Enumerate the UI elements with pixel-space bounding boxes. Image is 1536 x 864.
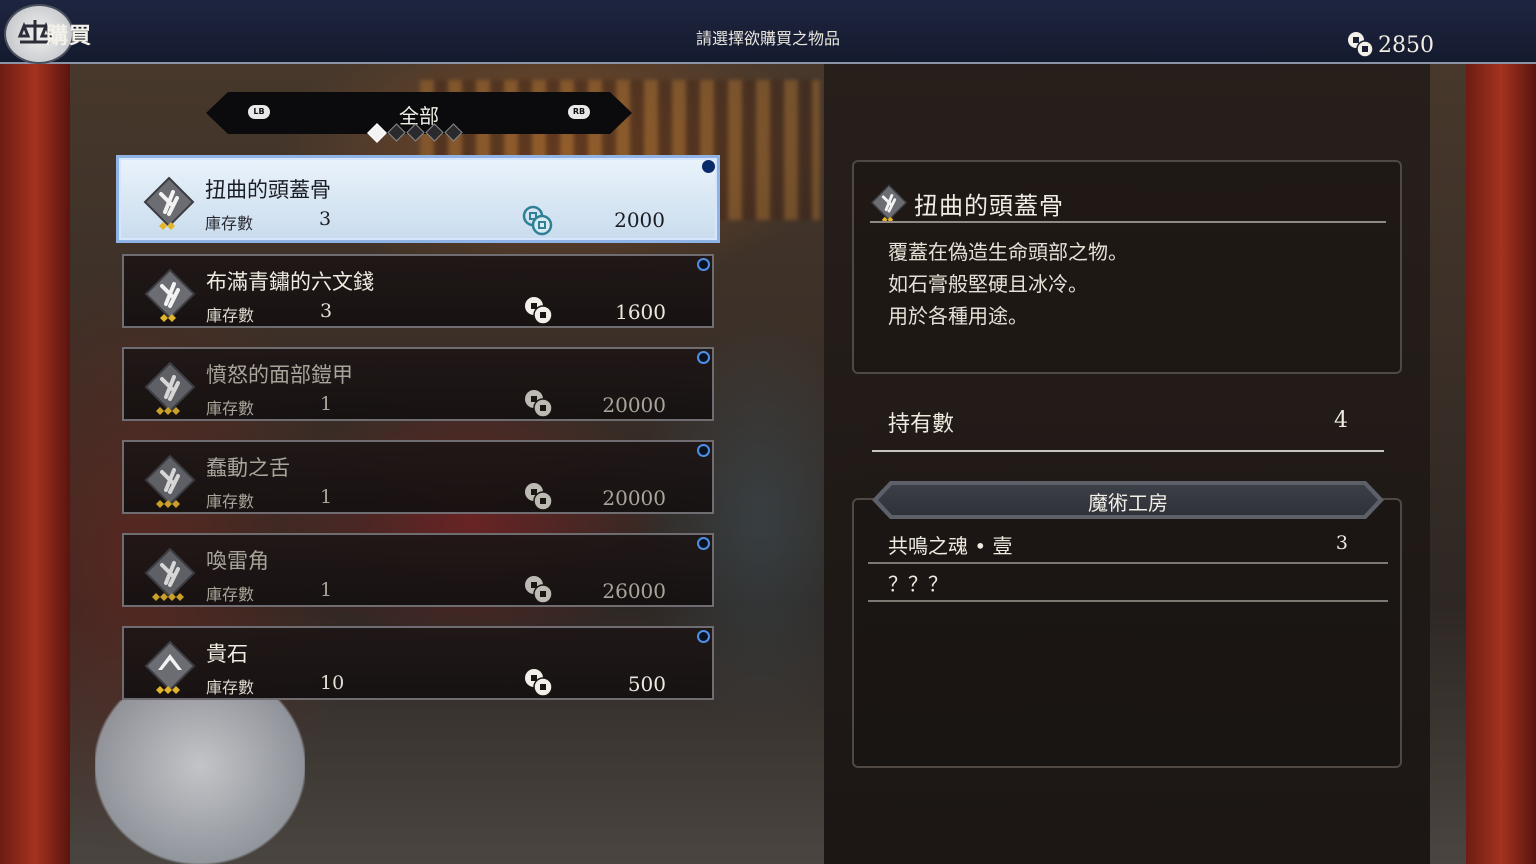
recipe-qty: 3 — [1335, 532, 1348, 554]
stock-label: 庫存數 — [206, 399, 255, 418]
coin-icon — [1348, 32, 1374, 58]
stock-value: 10 — [320, 672, 345, 694]
item-price: 20000 — [602, 393, 666, 417]
new-indicator-icon — [702, 160, 715, 173]
recipe-name: ？？？ — [888, 572, 948, 596]
stock-label: 庫存數 — [206, 585, 255, 604]
stock-value: 1 — [320, 579, 333, 601]
item-name: 喚雷角 — [206, 549, 269, 573]
coin-material-icon — [144, 268, 196, 322]
workshop-title: 魔術工房 — [1088, 491, 1168, 515]
background-pillar-right — [1466, 64, 1536, 864]
item-row[interactable]: 喚雷角 庫存數 1 26000 — [122, 533, 714, 607]
description-line: 用於各種用途。 — [888, 304, 1028, 328]
owned-value: 4 — [1334, 408, 1348, 433]
stock-value: 3 — [319, 208, 332, 230]
item-name: 布滿青鏽的六文錢 — [206, 270, 374, 294]
item-price: 500 — [627, 672, 666, 696]
recipe-row: ？？？ — [868, 562, 1388, 602]
item-name: 蠢動之舌 — [206, 456, 290, 480]
item-price: 2000 — [614, 208, 665, 232]
instruction-text: 請選擇欲購買之物品 — [695, 29, 840, 48]
item-price: 20000 — [602, 486, 666, 510]
item-row[interactable]: 布滿青鏽的六文錢 庫存數 3 1600 — [122, 254, 714, 328]
money-value: 2850 — [1378, 33, 1434, 58]
stock-label: 庫存數 — [206, 678, 255, 697]
new-indicator-icon — [697, 444, 710, 457]
detail-title: 扭曲的頭蓋骨 — [914, 192, 1064, 220]
tongue-material-icon — [144, 454, 196, 508]
gem-material-icon — [144, 640, 196, 694]
stock-label: 庫存數 — [206, 492, 255, 511]
skull-material-icon — [870, 184, 908, 223]
item-price: 1600 — [615, 300, 666, 324]
item-row[interactable]: 蠢動之舌 庫存數 1 20000 — [122, 440, 714, 514]
item-name: 貴石 — [206, 642, 248, 666]
coin-icon — [525, 669, 553, 697]
coin-icon — [522, 205, 553, 236]
rb-button-icon[interactable]: RB — [568, 105, 590, 119]
background-figure — [95, 700, 305, 864]
coin-icon — [525, 483, 553, 511]
coin-icon — [525, 390, 553, 418]
stock-label: 庫存數 — [206, 306, 255, 325]
item-row[interactable]: 貴石 庫存數 10 500 — [122, 626, 714, 700]
description-line: 覆蓋在偽造生命頭部之物。 — [888, 240, 1128, 264]
coin-icon — [525, 576, 553, 604]
coin-icon — [525, 297, 553, 325]
background-pillar-left — [0, 64, 70, 864]
stock-value: 1 — [320, 486, 333, 508]
item-description: 覆蓋在偽造生命頭部之物。 如石膏般堅硬且冰冷。 用於各種用途。 — [888, 236, 1128, 332]
stock-value: 1 — [320, 393, 333, 415]
divider — [870, 221, 1386, 223]
new-indicator-icon — [697, 258, 710, 271]
new-indicator-icon — [697, 351, 710, 364]
item-price: 26000 — [602, 579, 666, 603]
owned-label: 持有數 — [888, 412, 955, 437]
item-row-selected[interactable]: 扭曲的頭蓋骨 庫存數 3 2000 — [116, 155, 720, 243]
item-row[interactable]: 憤怒的面部鎧甲 庫存數 1 20000 — [122, 347, 714, 421]
armor-material-icon — [144, 361, 196, 415]
description-line: 如石膏般堅硬且冰冷。 — [888, 272, 1088, 296]
stock-value: 3 — [320, 300, 333, 322]
item-name: 扭曲的頭蓋骨 — [205, 178, 331, 202]
skull-material-icon — [143, 176, 195, 230]
stock-label: 庫存數 — [205, 214, 254, 233]
horn-material-icon — [144, 547, 196, 601]
recipe-row: 共鳴之魂 • 壹 3 — [868, 524, 1388, 564]
divider — [872, 450, 1384, 452]
recipe-name: 共鳴之魂 • 壹 — [888, 534, 1013, 558]
new-indicator-icon — [697, 630, 710, 643]
top-bar: 購買 請選擇欲購買之物品 2850 — [0, 0, 1536, 64]
item-name: 憤怒的面部鎧甲 — [206, 363, 353, 387]
new-indicator-icon — [697, 537, 710, 550]
